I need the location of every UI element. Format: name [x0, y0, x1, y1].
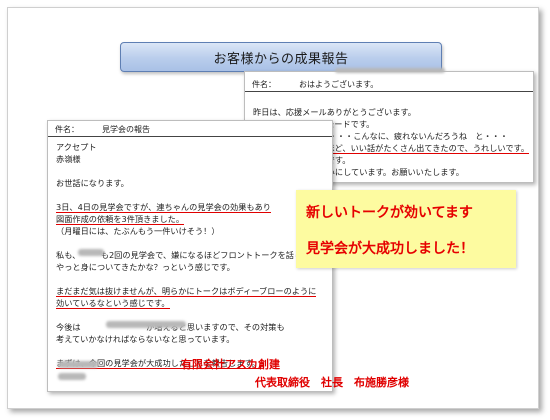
- email-line-wrap: まだまだ気は抜けませんが、明らかにトークはボディーブローのように: [56, 285, 317, 297]
- email-header-row: 件名： 見学会の報告: [48, 123, 332, 137]
- subject-value: 見学会の報告: [102, 125, 150, 134]
- redacted-text: [106, 321, 186, 328]
- email-line: [56, 273, 316, 285]
- redacted-text: [335, 68, 445, 73]
- ceo-name: 代表取締役 社長 布施勝彦様: [255, 376, 409, 389]
- header-divider: [48, 136, 332, 137]
- email-line: 今後は が増えると思いますので、その対策も: [56, 322, 285, 332]
- slide-title: お客様からの成果報告: [213, 51, 349, 67]
- email-line: [56, 237, 316, 249]
- header-divider: [245, 91, 533, 92]
- company-name: 有限会社アスカ創建: [181, 358, 280, 371]
- callout-line-2: 見学会が大成功しました！: [306, 241, 474, 257]
- redacted-signature: [58, 373, 86, 380]
- email-line-wrap: 効いているなという感じです。: [56, 297, 316, 309]
- email-header-row: 件名： おはようございます。: [245, 78, 533, 92]
- subject-label: 件名：: [252, 80, 276, 89]
- email-line-highlight: まだまだ気は抜けませんが、明らかにトークはボディーブローのように: [56, 286, 317, 297]
- subject-value: おはようございます。: [299, 80, 379, 89]
- email-line-highlight: 効いているなという感じです。: [56, 298, 170, 309]
- email-line: [56, 309, 316, 321]
- email-line: （月曜日には、たぶんもう一件いけそう！）: [56, 226, 220, 236]
- redacted-name: [78, 249, 104, 256]
- email-line: 昨日は、応援メールありがとうございます。: [253, 107, 416, 117]
- email-line: [56, 165, 316, 177]
- email-screenshot-front: 件名： 見学会の報告 アクセプト 赤嶺様 お世話になります。 3日、4日の見学会…: [47, 120, 333, 392]
- email-line: 赤嶺様: [56, 154, 81, 164]
- email-line-wrap: 図面作成の依頼を3件頂きました。: [56, 213, 316, 225]
- highlight-callout: 新しいトークが効いてます 見学会が大成功しました！: [296, 190, 516, 268]
- callout-line-1: 新しいトークが効いてます: [306, 205, 473, 221]
- email-line: お世話になります。: [56, 178, 129, 188]
- redacted-signature: [58, 361, 98, 368]
- slide: お客様からの成果報告 件名： おはようございます。 昨日は、応援メールありがとう…: [7, 7, 539, 409]
- email-line-wrap: 3日、4日の見学会ですが、連ちゃんの見学会の効果もあり: [56, 201, 316, 213]
- subject-label: 件名：: [55, 125, 79, 134]
- email-line: [56, 189, 316, 201]
- email-line: アクセプト: [56, 142, 97, 152]
- email-line-highlight: 図面作成の依頼を3件頂きました。: [56, 214, 185, 225]
- email-line-highlight: 3日、4日の見学会ですが、連ちゃんの見学会の効果もあり: [56, 202, 271, 213]
- email-line: 考えていかなければならないなと思っています。: [56, 334, 235, 344]
- email-line: やっと身についてきたかな？っという感じです。: [56, 262, 235, 272]
